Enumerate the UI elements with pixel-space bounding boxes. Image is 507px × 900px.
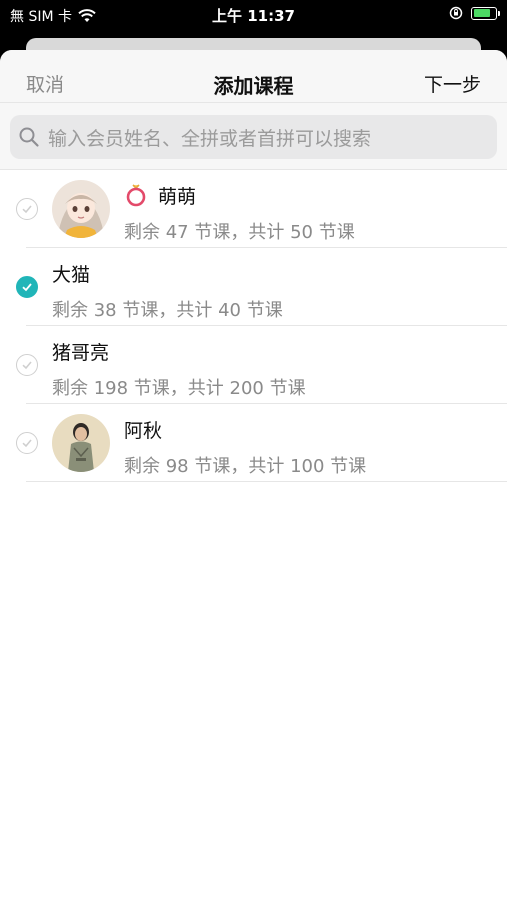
member-summary: 剩余 198 节课，共计 200 节课 xyxy=(52,378,306,399)
member-list: 萌萌 剩余 47 节课，共计 50 节课 大猫 剩余 38 节课，共计 40 节… xyxy=(0,170,507,482)
orientation-lock-icon xyxy=(449,6,463,20)
select-checkbox[interactable] xyxy=(16,276,38,298)
next-step-button[interactable]: 下一步 xyxy=(424,70,481,97)
member-name-text: 萌萌 xyxy=(158,186,197,208)
select-checkbox[interactable] xyxy=(16,432,38,454)
row-divider xyxy=(26,481,507,482)
member-row[interactable]: 萌萌 剩余 47 节课，共计 50 节课 xyxy=(0,170,507,248)
check-icon xyxy=(22,361,32,370)
clock: 上午 11:37 xyxy=(212,7,295,25)
select-checkbox[interactable] xyxy=(16,198,38,220)
member-name: 萌萌 xyxy=(124,182,196,209)
add-course-sheet: 取消 添加课程 下一步 输入会员姓名、全拼或者首拼可以搜索 萌萌 剩余 47 节… xyxy=(0,50,507,900)
member-row[interactable]: 阿秋 剩余 98 节课，共计 100 节课 xyxy=(0,404,507,482)
nav-bar: 取消 添加课程 下一步 xyxy=(0,50,507,103)
avatar xyxy=(52,180,110,238)
member-name: 猪哥亮 xyxy=(52,342,110,364)
check-icon xyxy=(22,283,32,292)
battery-icon xyxy=(471,6,500,20)
search-input[interactable]: 输入会员姓名、全拼或者首拼可以搜索 xyxy=(10,115,497,159)
ring-icon xyxy=(126,184,146,207)
member-name: 阿秋 xyxy=(124,420,163,442)
member-summary: 剩余 38 节课，共计 40 节课 xyxy=(52,300,283,321)
select-checkbox[interactable] xyxy=(16,354,38,376)
check-icon xyxy=(22,205,32,214)
member-row[interactable]: 猪哥亮 剩余 198 节课，共计 200 节课 xyxy=(0,326,507,404)
status-bar: 無 SIM 卡 上午 11:37 xyxy=(0,0,507,30)
search-icon xyxy=(19,127,39,147)
member-summary: 剩余 47 节课，共计 50 节课 xyxy=(124,222,355,243)
status-right xyxy=(449,6,500,20)
member-summary: 剩余 98 节课，共计 100 节课 xyxy=(124,456,367,477)
member-name: 大猫 xyxy=(52,264,91,286)
search-placeholder: 输入会员姓名、全拼或者首拼可以搜索 xyxy=(48,127,372,150)
member-row[interactable]: 大猫 剩余 38 节课，共计 40 节课 xyxy=(0,248,507,326)
check-icon xyxy=(22,439,32,448)
search-container: 输入会员姓名、全拼或者首拼可以搜索 xyxy=(0,103,507,170)
avatar xyxy=(52,414,110,472)
